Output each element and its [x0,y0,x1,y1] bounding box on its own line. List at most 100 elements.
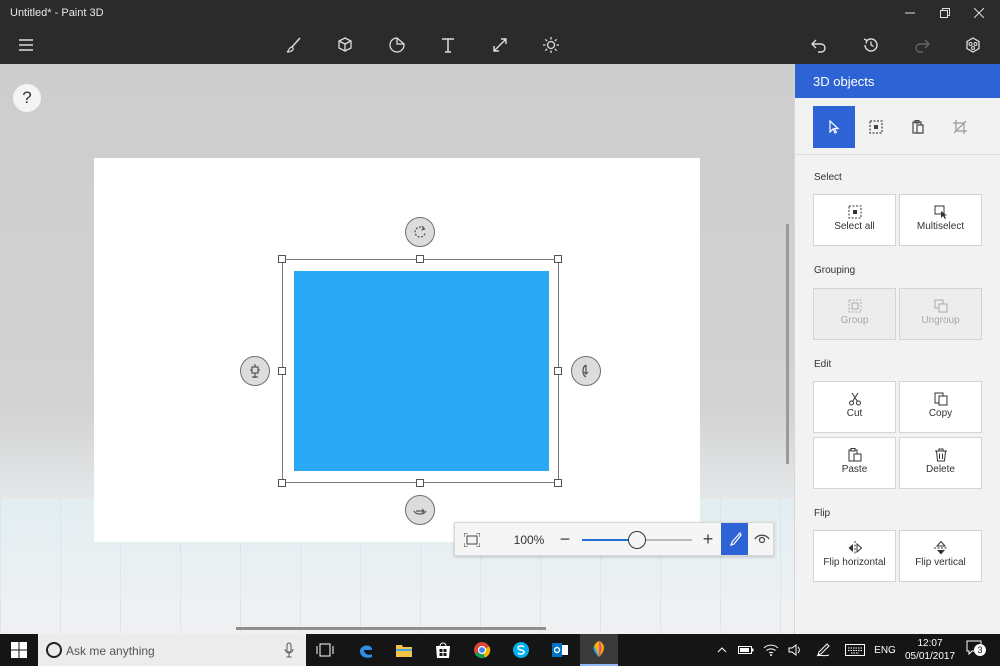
crop-mode-button[interactable] [939,106,981,148]
resize-handle-left[interactable] [278,367,286,375]
horizontal-scrollbar[interactable] [236,627,546,630]
select-region-button[interactable] [855,106,897,148]
task-view-button[interactable] [306,634,344,666]
rotate-y-handle[interactable] [571,356,601,386]
zoom-slider[interactable] [582,531,692,549]
rotate-x-handle[interactable] [405,495,435,525]
hamburger-icon [19,39,33,51]
menu-button[interactable] [11,30,41,60]
battery-indicator[interactable] [735,634,757,666]
start-button[interactable] [0,634,38,666]
keyboard-icon [845,644,865,656]
input-language-indicator[interactable]: ENG [872,634,898,666]
depth-handle[interactable] [240,356,270,386]
fit-to-screen-button[interactable] [459,527,485,553]
show-hidden-icons-button[interactable] [712,634,732,666]
rotate-z-handle[interactable] [405,217,435,247]
section-flip-label: Flip [814,508,831,519]
group-button[interactable]: Group [813,288,896,340]
taskbar-app-skype[interactable] [502,634,540,666]
resize-handle-right[interactable] [554,367,562,375]
volume-indicator[interactable] [785,634,807,666]
tab-brushes[interactable] [279,30,309,60]
resize-handle-bottom[interactable] [416,479,424,487]
redo-icon [915,39,930,53]
resize-handle-top[interactable] [416,255,424,263]
pen-icon [729,532,742,546]
tab-3d-shapes[interactable] [330,30,360,60]
paint3d-icon [593,641,604,657]
remix3d-button[interactable] [958,30,988,60]
clipboard-icon [912,120,924,134]
window-title: Untitled* - Paint 3D [10,7,104,19]
redo-button[interactable] [907,30,937,60]
crop-icon [953,120,967,134]
microphone-icon[interactable] [284,642,294,658]
section-select-label: Select [814,172,842,183]
copy-icon [934,392,947,406]
pen-workspace-icon [816,643,830,657]
resize-handle-bottom-left[interactable] [278,479,286,487]
tab-stickers[interactable] [382,30,412,60]
cut-button[interactable]: Cut [813,381,896,433]
select-all-button[interactable]: Select all [813,194,896,246]
history-button[interactable] [856,30,886,60]
wifi-icon [763,644,779,656]
workspace[interactable]: ? 100% − + [0,64,794,634]
tab-effects[interactable] [536,30,566,60]
taskbar-app-paint3d[interactable] [580,634,618,666]
selection-box[interactable] [282,259,559,483]
select-all-label: Select all [834,221,875,232]
zoom-in-button[interactable]: + [699,528,717,550]
action-center-button[interactable]: 3 [966,640,986,658]
copy-button[interactable]: Copy [899,381,982,433]
paste-label: Paste [841,464,868,475]
taskbar-app-store[interactable] [424,634,462,666]
cortana-search-box[interactable]: Ask me anything [38,634,306,666]
multiselect-button[interactable]: Multiselect [899,194,982,246]
tab-canvas[interactable] [485,30,515,60]
eye-icon [754,534,770,544]
clipboard-mode-button[interactable] [897,106,939,148]
flip-horizontal-button[interactable]: Flip horizontal [813,530,896,582]
minimize-button[interactable] [893,0,927,26]
zoom-slider-thumb[interactable] [628,531,646,549]
view-3d-toggle[interactable] [721,523,748,555]
undo-button[interactable] [804,30,834,60]
vertical-scrollbar[interactable] [786,224,789,464]
tab-text[interactable] [433,30,463,60]
resize-handle-top-right[interactable] [554,255,562,263]
ungroup-button[interactable]: Ungroup [899,288,982,340]
touch-keyboard-button[interactable] [842,634,868,666]
help-button[interactable]: ? [12,83,42,113]
chevron-up-icon [717,647,727,653]
windows-logo-icon [11,642,27,658]
section-edit-label: Edit [814,359,832,370]
notification-count-badge: 3 [974,644,986,656]
drawing-canvas[interactable] [94,158,700,542]
pen-workspace-button[interactable] [812,634,834,666]
undo-icon [811,39,826,53]
rotate-horizontal-icon [413,508,427,515]
network-indicator[interactable] [760,634,782,666]
remix3d-icon [966,37,980,53]
zoom-out-button[interactable]: − [556,528,574,550]
section-grouping-label: Grouping [814,265,856,276]
flip-horizontal-label: Flip horizontal [823,557,886,568]
resize-handle-bottom-right[interactable] [554,479,562,487]
close-button[interactable] [962,0,996,26]
taskbar-app-file-explorer[interactable] [385,634,423,666]
select-mode-button[interactable] [813,106,855,148]
paste-button[interactable]: Paste [813,437,896,489]
flip-vertical-button[interactable]: Flip vertical [899,530,982,582]
cortana-icon [46,642,62,658]
clock[interactable]: 12:07 05/01/2017 [899,637,961,663]
view-mode-button[interactable] [749,523,775,555]
resize-handle-top-left[interactable] [278,255,286,263]
taskbar-app-chrome[interactable] [463,634,501,666]
delete-button[interactable]: Delete [899,437,982,489]
restore-button[interactable] [928,0,962,26]
taskbar-app-outlook[interactable] [541,634,579,666]
cut-label: Cut [846,408,863,419]
taskbar-app-edge[interactable] [347,634,385,666]
